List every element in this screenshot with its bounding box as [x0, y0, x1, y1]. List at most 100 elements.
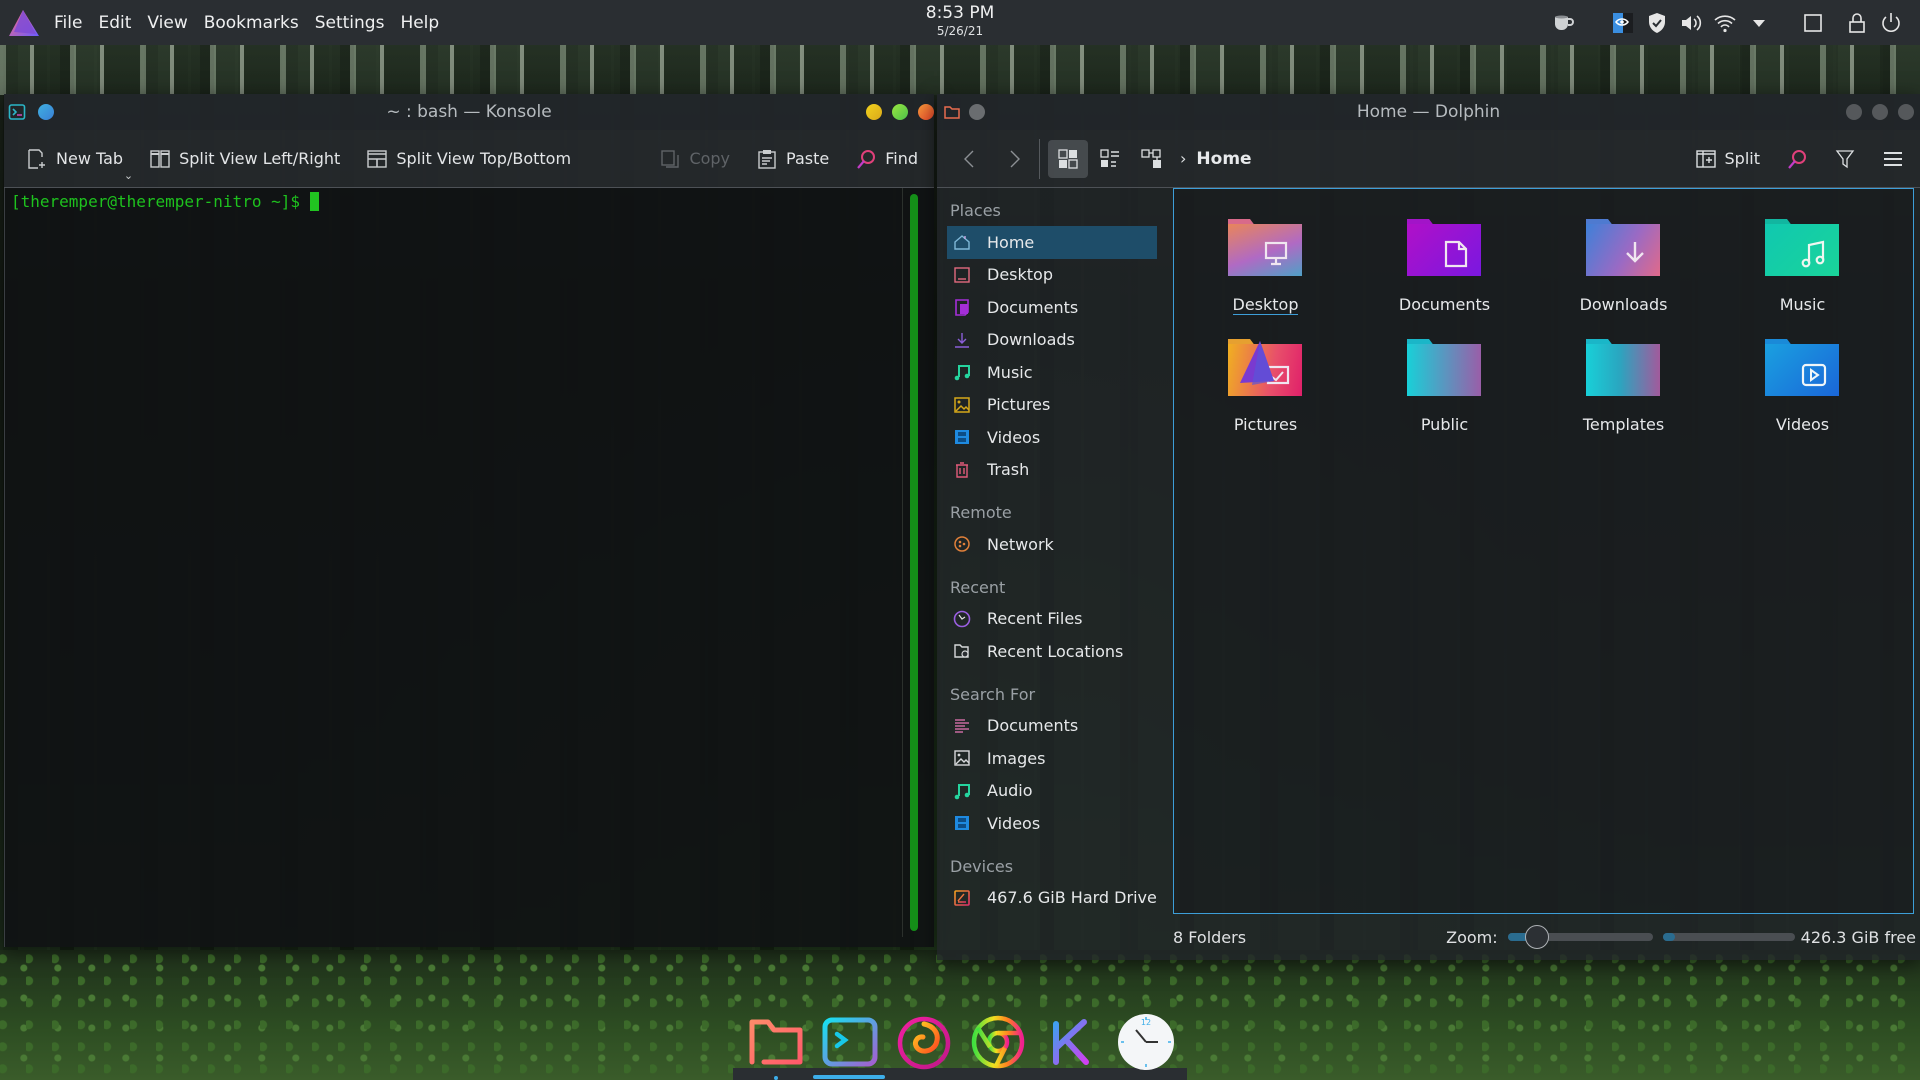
menu-view[interactable]: View — [147, 13, 187, 33]
sidebar-item-downloads[interactable]: Downloads — [947, 324, 1157, 357]
videos-icon — [953, 428, 971, 446]
terminal-scrollbar[interactable] — [902, 188, 924, 937]
dolphin-folder-icon[interactable] — [745, 1011, 807, 1073]
wifi-icon[interactable] — [1708, 6, 1742, 40]
folder-item[interactable]: Music — [1713, 219, 1892, 339]
keep-on-top-button[interactable] — [969, 104, 985, 120]
chrome-icon[interactable] — [967, 1011, 1029, 1073]
sidebar-item-search-images[interactable]: Images — [947, 742, 1157, 775]
close-button[interactable] — [918, 104, 934, 120]
music-icon — [953, 363, 971, 381]
show-desktop-icon[interactable] — [1796, 6, 1830, 40]
dolphin-titlebar[interactable]: Home — Dolphin — [937, 94, 1920, 130]
copy-button[interactable]: Copy — [653, 140, 736, 178]
firefox-icon[interactable] — [893, 1011, 955, 1073]
dolphin-app-icon[interactable] — [943, 103, 961, 121]
split-top-bottom-button[interactable]: Split View Top/Bottom — [360, 140, 577, 178]
kde-k-icon[interactable] — [1041, 1011, 1103, 1073]
sidebar-item-label: Desktop — [987, 265, 1053, 285]
close-button[interactable] — [1898, 104, 1914, 120]
sidebar-item-desktop[interactable]: Desktop — [947, 259, 1157, 292]
hard-drive-icon — [953, 889, 971, 907]
forward-button[interactable] — [999, 140, 1029, 178]
caffeine-cup-icon[interactable] — [1546, 6, 1580, 40]
sidebar-item-trash[interactable]: Trash — [947, 454, 1157, 487]
find-magnifier-icon — [857, 149, 876, 169]
konsole-title: ~ : bash — Konsole — [386, 102, 552, 122]
devices-section-title: Devices — [950, 856, 1014, 876]
sidebar-item-search-videos[interactable]: Videos — [947, 807, 1157, 840]
folder-item[interactable]: Templates — [1534, 339, 1713, 459]
minimize-button[interactable] — [866, 104, 882, 120]
zoom-slider[interactable] — [1507, 925, 1653, 949]
minimize-button[interactable] — [1846, 104, 1862, 120]
folder-item[interactable]: Pictures — [1176, 339, 1355, 459]
folder-desktop-icon — [1227, 219, 1304, 291]
folder-item[interactable]: Desktop — [1176, 219, 1355, 339]
file-view[interactable]: Desktop Documents Downloads Music Pictur… — [1173, 188, 1914, 914]
trash-icon — [953, 461, 971, 479]
details-view-button[interactable] — [1132, 140, 1172, 178]
sidebar-item-network[interactable]: Network — [947, 528, 1157, 561]
back-button[interactable] — [955, 140, 985, 178]
search-button[interactable] — [1780, 140, 1814, 178]
sidebar-item-recent-locations[interactable]: Recent Locations — [947, 635, 1157, 668]
copy-icon — [661, 149, 680, 168]
folder-item[interactable]: Videos — [1713, 339, 1892, 459]
folder-music-icon — [1764, 219, 1841, 291]
konsole-terminal-icon[interactable] — [819, 1011, 881, 1073]
chevron-down-icon[interactable]: ⌄ — [124, 169, 133, 182]
sidebar-item-search-audio[interactable]: Audio — [947, 775, 1157, 808]
menu-bookmarks[interactable]: Bookmarks — [204, 13, 299, 33]
folder-label: Downloads — [1579, 295, 1668, 314]
menu-settings[interactable]: Settings — [315, 13, 385, 33]
konsole-app-icon[interactable] — [8, 103, 26, 121]
folder-item[interactable]: Documents — [1355, 219, 1534, 339]
nvidia-icon[interactable] — [1606, 6, 1640, 40]
volume-icon[interactable] — [1674, 6, 1708, 40]
maximize-button[interactable] — [1872, 104, 1888, 120]
sidebar-item-documents[interactable]: Documents — [947, 291, 1157, 324]
hamburger-menu-button[interactable] — [1876, 140, 1910, 178]
new-tab-button[interactable]: New Tab ⌄ — [20, 140, 133, 182]
split-view-icon — [1695, 149, 1716, 168]
folder-item[interactable]: Public — [1355, 339, 1534, 459]
shield-check-icon[interactable] — [1640, 6, 1674, 40]
tray-expand-arrow-icon[interactable] — [1742, 6, 1776, 40]
lock-icon[interactable] — [1840, 6, 1874, 40]
sidebar-item-music[interactable]: Music — [947, 356, 1157, 389]
icons-view-button[interactable] — [1048, 139, 1088, 178]
power-icon[interactable] — [1874, 6, 1908, 40]
konsole-titlebar[interactable]: ~ : bash — Konsole — [4, 94, 934, 130]
split-view-button[interactable]: Split — [1689, 140, 1766, 178]
icons-view-icon — [1058, 148, 1078, 169]
find-button[interactable]: Find — [849, 140, 924, 178]
terminal-area[interactable]: [theremper@theremper-nitro ~]$ — [4, 188, 934, 947]
sidebar-item-home[interactable]: Home — [947, 226, 1157, 259]
konsole-window: ~ : bash — Konsole New Tab ⌄ Split View … — [4, 94, 934, 947]
sidebar-item-videos[interactable]: Videos — [947, 421, 1157, 454]
filter-button[interactable] — [1828, 140, 1862, 178]
sidebar-item-hard-drive[interactable]: 467.6 GiB Hard Drive — [947, 882, 1157, 915]
maximize-button[interactable] — [892, 104, 908, 120]
app-launcher-button[interactable] — [6, 8, 40, 38]
compact-view-button[interactable] — [1090, 140, 1130, 178]
clock-widget-icon[interactable]: 12 — [1115, 1011, 1177, 1073]
zoom-slider-handle[interactable] — [1524, 925, 1549, 949]
sidebar-item-label: Downloads — [987, 330, 1075, 350]
paste-button[interactable]: Paste — [750, 140, 835, 178]
sidebar-item-recent-files[interactable]: Recent Files — [947, 603, 1157, 636]
keep-on-top-button[interactable] — [38, 104, 54, 120]
terminal-scrollbar-thumb[interactable] — [910, 194, 918, 931]
sidebar-item-search-documents[interactable]: Documents — [947, 710, 1157, 743]
split-left-right-button[interactable]: Split View Left/Right — [143, 140, 346, 178]
launcher-triangle-icon — [9, 9, 39, 36]
sidebar-item-pictures[interactable]: Pictures — [947, 389, 1157, 422]
menu-help[interactable]: Help — [400, 13, 439, 33]
breadcrumb-home[interactable]: Home — [1196, 149, 1251, 169]
clock-time: 8:53 PM — [925, 3, 995, 23]
digital-clock[interactable]: 8:53 PM 5/26/21 — [925, 3, 995, 38]
folder-item[interactable]: Downloads — [1534, 219, 1713, 339]
menu-edit[interactable]: Edit — [98, 13, 131, 33]
menu-file[interactable]: File — [54, 13, 82, 33]
